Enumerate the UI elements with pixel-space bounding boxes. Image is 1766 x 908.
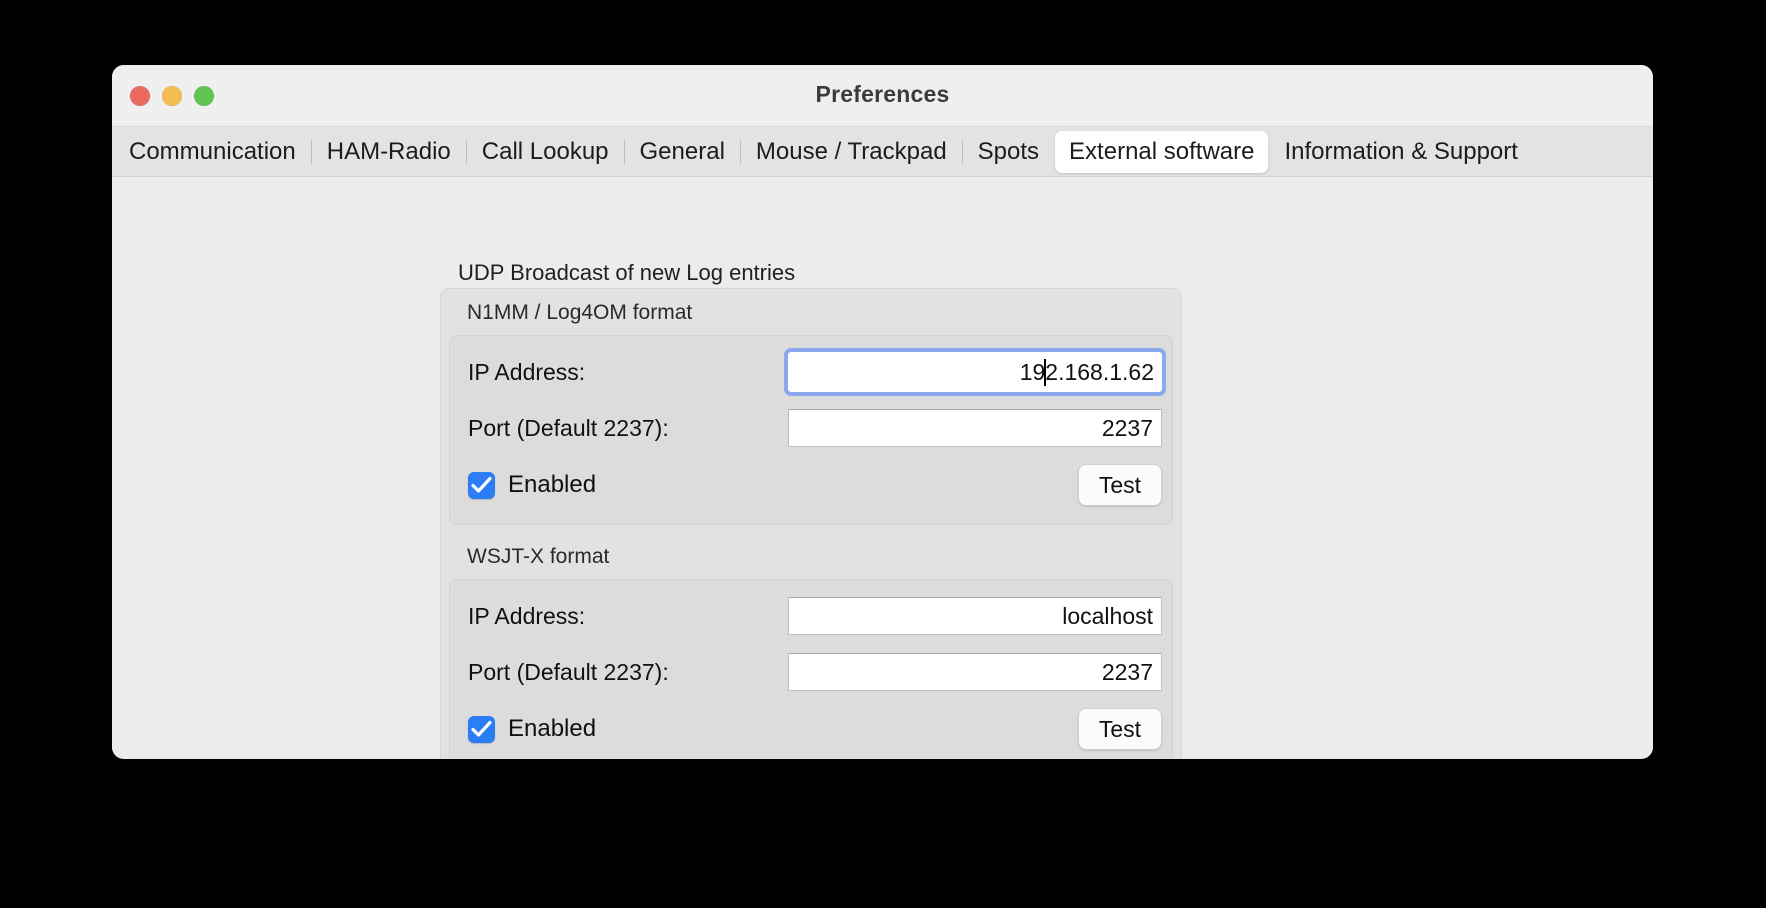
- ip-address-text-before-caret: 19: [1019, 358, 1046, 385]
- preferences-tabbar: Communication HAM-Radio Call Lookup Gene…: [112, 127, 1653, 177]
- window-titlebar: Preferences: [112, 65, 1653, 127]
- enabled-label-wsjtx: Enabled: [508, 715, 597, 742]
- ip-address-input-wsjtx[interactable]: localhost: [788, 597, 1162, 635]
- tab-ham-radio[interactable]: HAM-Radio: [313, 131, 465, 173]
- desktop-background: Preferences Communication HAM-Radio Call…: [0, 0, 1766, 908]
- port-label-wsjtx: Port (Default 2237):: [468, 658, 669, 685]
- tab-spots[interactable]: Spots: [964, 131, 1053, 173]
- tab-general[interactable]: General: [626, 131, 739, 173]
- checkmark-icon: [471, 720, 492, 737]
- tab-information-support[interactable]: Information & Support: [1270, 131, 1531, 173]
- port-input-wsjtx[interactable]: 2237: [788, 653, 1162, 691]
- udp-broadcast-panel: N1MM / Log4OM format IP Address: 19 2.168…: [440, 288, 1182, 759]
- ip-address-label-wsjtx: IP Address:: [468, 602, 586, 629]
- tab-separator: [623, 139, 625, 164]
- test-button-n1mm[interactable]: Test: [1077, 464, 1162, 506]
- tab-separator: [739, 139, 741, 164]
- port-input-n1mm[interactable]: 2237: [788, 409, 1162, 447]
- preferences-content: UDP Broadcast of new Log entries N1MM / …: [112, 177, 1653, 759]
- preferences-window: Preferences Communication HAM-Radio Call…: [112, 65, 1653, 759]
- enabled-checkbox-n1mm[interactable]: [468, 471, 495, 499]
- tab-separator: [961, 139, 963, 164]
- group-box-wsjtx: IP Address: localhost Port (Default 2237…: [449, 579, 1173, 759]
- tab-separator: [465, 139, 467, 164]
- tab-call-lookup[interactable]: Call Lookup: [468, 131, 623, 173]
- enabled-row-n1mm: Enabled Test: [450, 456, 1172, 514]
- ip-address-row-wsjtx: IP Address: localhost: [450, 588, 1172, 644]
- enabled-checkbox-wsjtx[interactable]: [468, 715, 495, 743]
- tab-external-software[interactable]: External software: [1055, 130, 1269, 173]
- enabled-row-wsjtx: Enabled Test: [450, 700, 1172, 758]
- tab-separator: [310, 139, 312, 164]
- window-title: Preferences: [815, 81, 950, 107]
- port-value-n1mm: 2237: [1101, 414, 1153, 441]
- port-row-n1mm: Port (Default 2237): 2237: [450, 400, 1172, 456]
- enabled-label-n1mm: Enabled: [508, 471, 597, 498]
- tab-communication[interactable]: Communication: [115, 131, 310, 173]
- port-label-n1mm: Port (Default 2237):: [468, 414, 669, 441]
- group-label-n1mm: N1MM / Log4OM format: [467, 301, 693, 324]
- tab-mouse-trackpad[interactable]: Mouse / Trackpad: [742, 131, 961, 173]
- port-row-wsjtx: Port (Default 2237): 2237: [450, 644, 1172, 700]
- ip-address-input-n1mm[interactable]: 19 2.168.1.62: [784, 348, 1166, 396]
- port-value-wsjtx: 2237: [1101, 658, 1153, 685]
- section-title: UDP Broadcast of new Log entries: [458, 260, 796, 285]
- ip-address-value-wsjtx: localhost: [1062, 602, 1153, 629]
- group-box-n1mm: IP Address: 19 2.168.1.62 Port (Default 2…: [449, 335, 1173, 525]
- test-button-wsjtx[interactable]: Test: [1077, 708, 1162, 750]
- ip-address-text-after-caret: 2.168.1.62: [1045, 358, 1154, 385]
- group-label-wsjtx: WSJT-X format: [467, 545, 610, 568]
- ip-address-label-n1mm: IP Address:: [468, 358, 586, 385]
- checkmark-icon: [471, 476, 492, 493]
- ip-address-row-n1mm: IP Address: 19 2.168.1.62: [450, 344, 1172, 400]
